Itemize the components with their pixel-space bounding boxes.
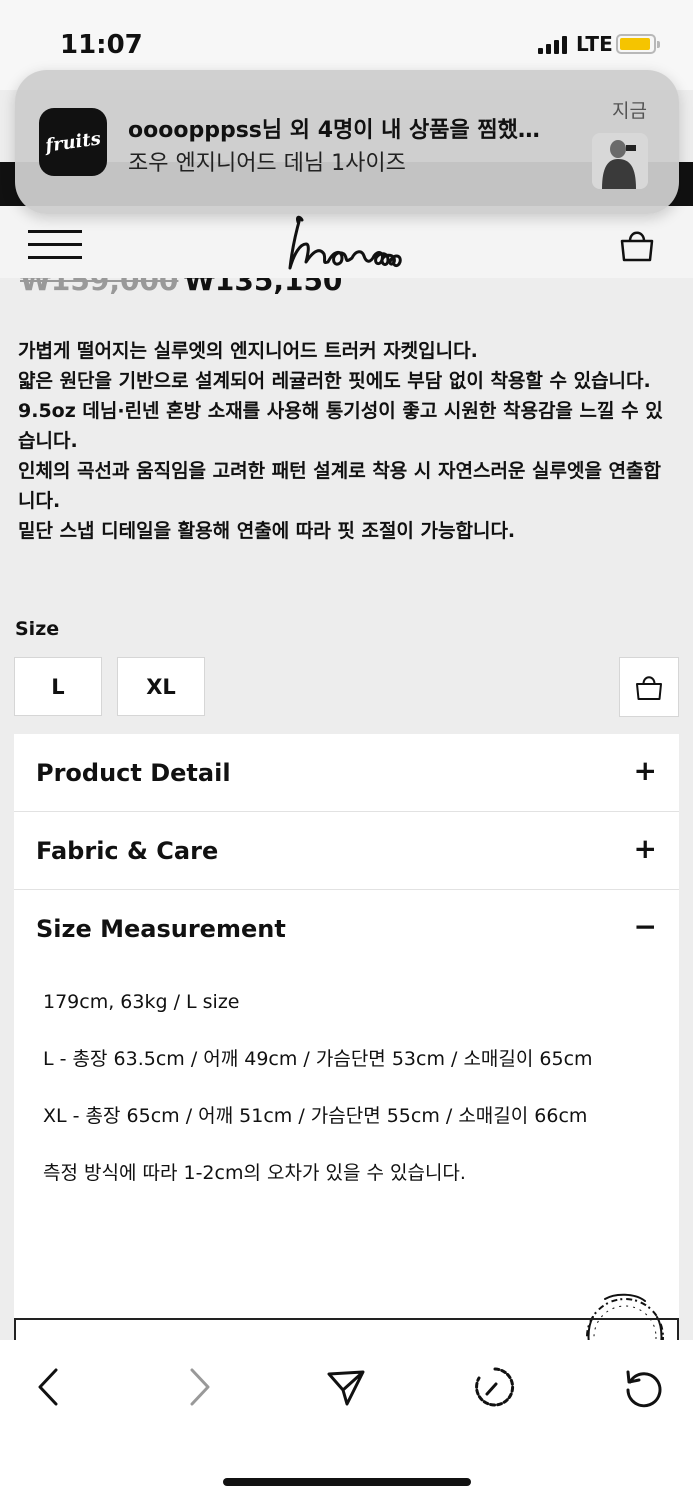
battery-icon [616, 34, 660, 54]
description-line: 얇은 원단을 기반으로 설계되어 레귤러한 핏에도 부담 없이 착용할 수 있습… [18, 370, 651, 392]
accordion-title: Fabric & Care [36, 837, 219, 865]
description-line: 인체의 곡선과 움직임을 고려한 패턴 설계로 착용 시 자연스러운 실루엣을 … [18, 460, 661, 512]
push-notification[interactable]: fruits oooopppss님 외 4명이 내 상품을 찜했… 조우 엔지니… [15, 70, 679, 214]
notification-title: oooopppss님 외 4명이 내 상품을 찜했… [128, 118, 540, 143]
accordion-fabric-care[interactable]: Fabric & Care + [14, 812, 679, 890]
home-indicator [223, 1478, 471, 1486]
size-option-xl[interactable]: XL [117, 657, 205, 716]
accordion-size-measurement[interactable]: Size Measurement − [14, 890, 679, 968]
size-option-l[interactable]: L [14, 657, 102, 716]
send-icon[interactable] [325, 1366, 367, 1408]
model-info: 179cm, 63kg / L size [43, 991, 240, 1013]
product-info-accordion: Product Detail + Fabric & Care + Size Me… [14, 734, 679, 1380]
site-header [0, 206, 693, 278]
original-price: ₩159,000 [20, 278, 179, 296]
price-row: ₩159,000 ₩135,150 [0, 278, 693, 296]
notification-body: 조우 엔지니어드 데님 1사이즈 [128, 151, 406, 176]
app-icon: fruits [39, 108, 107, 176]
accordion-title: Size Measurement [36, 915, 286, 943]
shopping-bag-icon [636, 676, 662, 700]
accordion-product-detail[interactable]: Product Detail + [14, 734, 679, 812]
size-l-measurement: L - 총장 63.5cm / 어깨 49cm / 가슴단면 53cm / 소매… [43, 1048, 593, 1070]
measurement-note: 측정 방식에 따라 1-2cm의 오차가 있을 수 있습니다. [43, 1162, 466, 1184]
add-to-cart-button[interactable] [619, 657, 679, 717]
plus-icon[interactable]: + [634, 832, 657, 865]
plus-icon[interactable]: + [634, 754, 657, 787]
description-line: 밑단 스냅 디테일을 활용해 연출에 따라 핏 조절이 가능합니다. [18, 520, 516, 542]
description-line: 가볍게 떨어지는 실루엣의 엔지니어드 트러커 자켓입니다. [18, 340, 478, 362]
browser-toolbar [0, 1340, 693, 1500]
network-label: LTE [576, 32, 613, 56]
signal-icon [538, 36, 570, 54]
forward-arrow-icon[interactable] [178, 1366, 220, 1408]
accordion-title: Product Detail [36, 759, 231, 787]
shopping-bag-icon[interactable] [618, 226, 656, 264]
description-line: 9.5oz 데님·린넨 혼방 소재를 사용해 통기성이 좋고 시원한 착용감을 … [18, 400, 663, 452]
notification-thumbnail [592, 133, 648, 189]
svg-text:fruits: fruits [42, 128, 102, 157]
back-arrow-icon[interactable] [28, 1366, 70, 1408]
refresh-icon[interactable] [622, 1366, 664, 1408]
product-description: 가볍게 떨어지는 실루엣의 엔지니어드 트러커 자켓입니다. 얇은 원단을 기반… [18, 336, 678, 546]
size-measurement-content: 179cm, 63kg / L size L - 총장 63.5cm / 어깨 … [14, 968, 679, 1380]
hamburger-icon[interactable] [28, 230, 82, 260]
notification-time: 지금 [612, 100, 647, 122]
brand-logo[interactable] [284, 210, 408, 276]
minus-icon[interactable]: − [634, 910, 657, 943]
size-xl-measurement: XL - 총장 65cm / 어깨 51cm / 가슴단면 55cm / 소매길… [43, 1105, 588, 1127]
sale-price: ₩135,150 [184, 278, 343, 296]
status-time: 11:07 [60, 30, 143, 60]
size-label: Size [15, 618, 60, 640]
history-icon[interactable] [474, 1366, 516, 1408]
